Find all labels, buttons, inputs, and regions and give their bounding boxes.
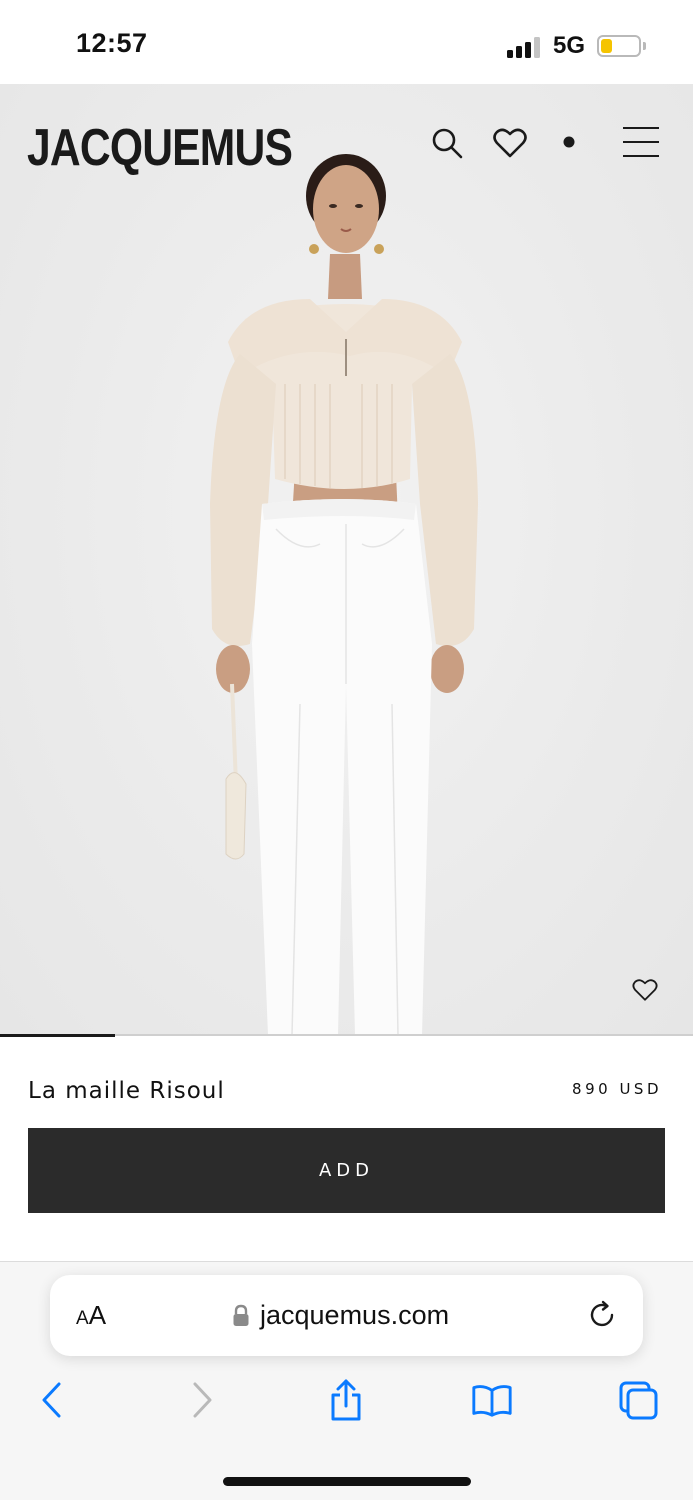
menu-icon[interactable] <box>620 122 662 162</box>
battery-level <box>601 39 612 53</box>
network-type: 5G <box>553 32 586 59</box>
reload-icon[interactable] <box>588 1300 620 1332</box>
page: 12:57 5G JACQUEMUS La maille Risoul 890 … <box>0 0 693 1500</box>
bookmarks-icon[interactable] <box>470 1378 514 1422</box>
text-size-small-label: A <box>76 1308 89 1329</box>
search-icon[interactable] <box>428 124 466 162</box>
url-text[interactable]: jacquemus.com <box>260 1300 449 1331</box>
cart-dot-icon[interactable] <box>556 129 582 155</box>
signal-strength-icon <box>507 36 543 58</box>
battery-icon <box>597 35 641 57</box>
text-size-button[interactable]: AA <box>76 1300 106 1331</box>
text-size-large-label: A <box>88 1300 107 1330</box>
wishlist-icon[interactable] <box>491 124 529 162</box>
forward-icon[interactable] <box>180 1378 224 1422</box>
share-icon[interactable] <box>324 1378 368 1422</box>
tabs-icon[interactable] <box>616 1378 660 1422</box>
product-name: La maille Risoul <box>28 1078 225 1104</box>
model-photo <box>210 154 478 1035</box>
product-hero-image[interactable]: JACQUEMUS <box>0 84 693 1035</box>
status-bar: 12:57 5G <box>0 0 693 84</box>
gallery-progress-fill <box>0 1034 115 1037</box>
brand-logo[interactable]: JACQUEMUS <box>27 118 293 178</box>
back-icon[interactable] <box>30 1378 74 1422</box>
heart-outline-icon[interactable] <box>632 978 660 1006</box>
battery-cap <box>643 42 646 50</box>
product-price: 890 USD <box>572 1080 662 1098</box>
gallery-progress-track <box>0 1034 693 1037</box>
home-indicator[interactable] <box>223 1477 471 1486</box>
status-time: 12:57 <box>76 28 148 58</box>
add-to-cart-button[interactable]: ADD <box>28 1128 665 1213</box>
lock-icon <box>232 1304 250 1328</box>
